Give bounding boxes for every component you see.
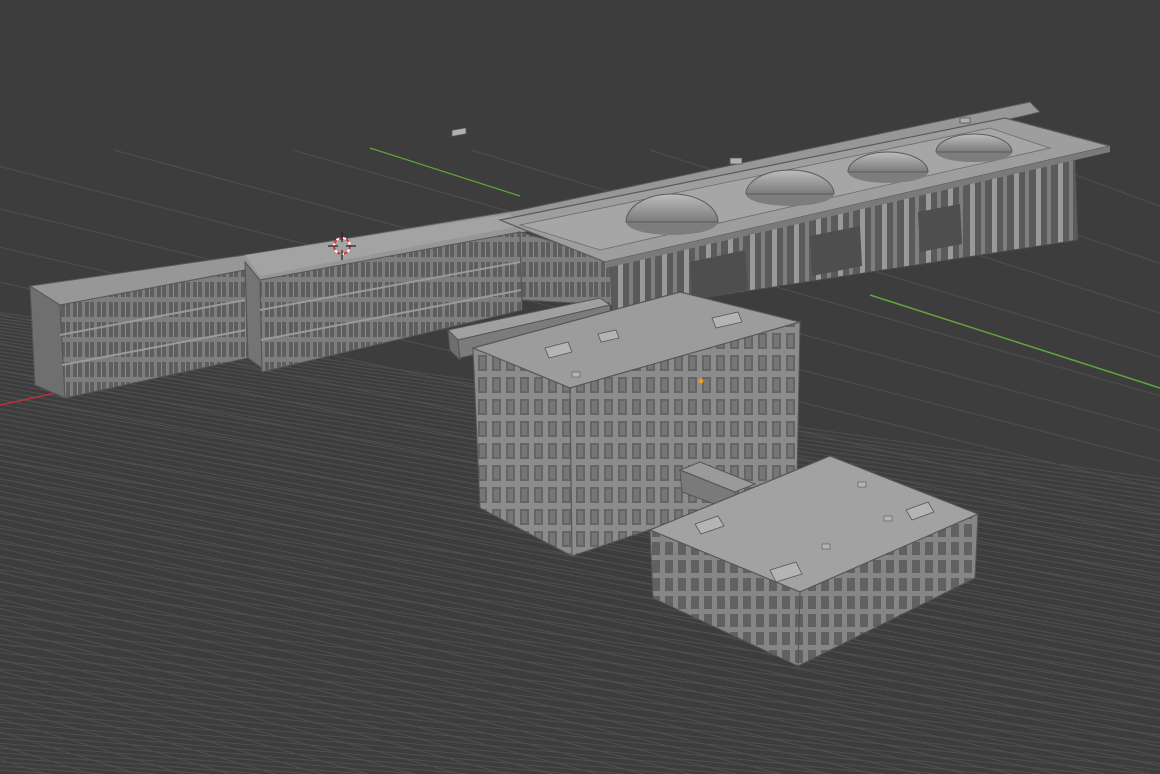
viewport-canvas[interactable] <box>0 0 1160 774</box>
grid-line <box>0 742 365 774</box>
x-axis-line <box>0 391 61 406</box>
y-axis-line-near <box>869 294 1160 389</box>
grid-line <box>0 681 323 774</box>
3d-viewport[interactable] <box>0 0 1160 774</box>
y-axis-line-far <box>369 147 521 197</box>
domed-hall-building[interactable] <box>497 117 1111 313</box>
grid-line <box>0 744 93 774</box>
grid-line <box>0 761 157 774</box>
grid-line <box>0 765 105 774</box>
object-origin-icon <box>698 378 704 384</box>
